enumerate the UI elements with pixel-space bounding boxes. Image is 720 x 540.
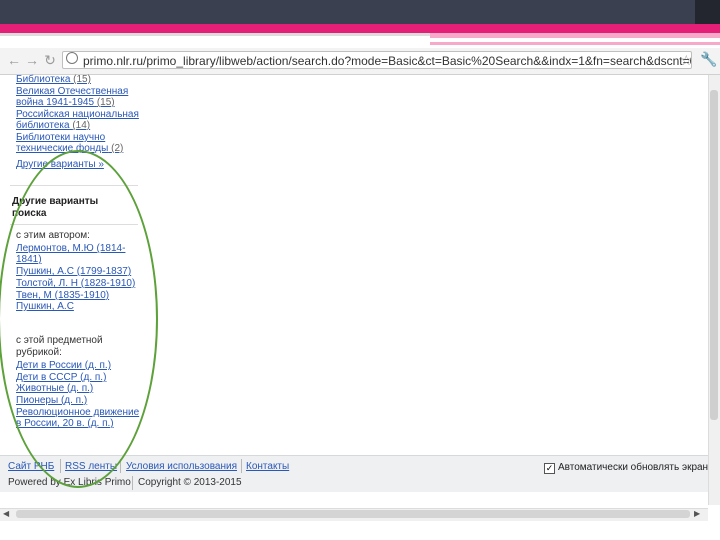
footer-link-contacts[interactable]: Контакты xyxy=(246,461,289,472)
powered-by-text: Powered by Ex Libris Primo xyxy=(8,477,131,488)
subject-link[interactable]: Животные (д. п.) xyxy=(16,383,93,394)
more-options-link[interactable]: Другие варианты » xyxy=(16,159,104,170)
facet-item[interactable]: Великая Отечественная xyxy=(16,86,128,97)
facet-item[interactable]: технические фонды (2) xyxy=(16,143,123,154)
subject-link[interactable]: Пионеры (д. п.) xyxy=(16,395,87,406)
slide-accent-light xyxy=(430,33,720,38)
address-bar[interactable]: primo.nlr.ru/primo_library/libweb/action… xyxy=(62,51,692,69)
slide-header-bar xyxy=(0,0,720,24)
subject-link[interactable]: Революционное движение xyxy=(16,407,139,418)
reload-icon[interactable]: ↻ xyxy=(42,52,58,68)
author-link[interactable]: Лермонтов, М.Ю (1814- xyxy=(16,243,125,254)
vertical-scroll-thumb[interactable] xyxy=(710,90,718,420)
author-link-cont[interactable]: 1841) xyxy=(16,254,42,265)
globe-icon xyxy=(66,52,78,64)
slide-bottom-strip xyxy=(0,522,720,540)
footer-link-rss[interactable]: RSS ленты xyxy=(65,461,117,472)
by-subject-label: с этой предметной рубрикой: xyxy=(16,335,103,358)
facet-item[interactable]: Библиотеки научно xyxy=(16,132,105,143)
forward-arrow-icon[interactable]: → xyxy=(24,52,40,68)
author-link[interactable]: Пушкин, А.С xyxy=(16,301,74,312)
divider xyxy=(10,185,138,186)
copyright-text: Copyright © 2013-2015 xyxy=(138,477,242,488)
horizontal-scroll-thumb[interactable] xyxy=(16,510,690,518)
footer-separator xyxy=(120,459,121,473)
facet-item[interactable]: Библиотека (15) xyxy=(16,74,91,85)
address-bar-text: primo.nlr.ru/primo_library/libweb/action… xyxy=(83,54,692,68)
footer-link-site[interactable]: Сайт РНБ xyxy=(8,461,54,472)
footer-separator xyxy=(60,459,61,473)
slide-accent-bar xyxy=(0,24,720,33)
scroll-right-arrow-icon[interactable]: ▶ xyxy=(694,509,700,518)
browser-toolbar: ← → ↻ primo.nlr.ru/primo_library/libweb/… xyxy=(0,48,720,75)
subject-link[interactable]: Дети в СССР (д. п.) xyxy=(16,372,106,383)
footer-separator xyxy=(241,459,242,473)
settings-wrench-icon[interactable]: 🔧 xyxy=(700,51,717,68)
back-arrow-icon[interactable]: ← xyxy=(6,52,22,68)
slide-accent-light-2 xyxy=(430,42,720,45)
facet-item[interactable]: библиотека (14) xyxy=(16,120,90,131)
slide-header-tab xyxy=(695,0,720,24)
footer-separator xyxy=(132,476,133,490)
slide-accent-gray xyxy=(0,33,430,36)
auto-refresh-label: Автоматически обновлять экран xyxy=(558,462,709,473)
facet-item[interactable]: война 1941-1945 (15) xyxy=(16,97,115,108)
bookmark-star-icon[interactable]: ☆ xyxy=(680,52,693,69)
author-link[interactable]: Толстой, Л. Н (1828-1910) xyxy=(16,278,135,289)
by-author-label: с этим автором: xyxy=(16,230,90,241)
subject-link[interactable]: Дети в России (д. п.) xyxy=(16,360,111,371)
author-link[interactable]: Твен, М (1835-1910) xyxy=(16,290,109,301)
subject-link-cont[interactable]: в России, 20 в. (д. п.) xyxy=(16,418,114,429)
scroll-left-arrow-icon[interactable]: ◀ xyxy=(3,509,9,518)
facet-item[interactable]: Российская национальная xyxy=(16,109,139,120)
auto-refresh-checkbox[interactable]: ✓ xyxy=(544,463,555,474)
section-heading: Другие варианты поиска xyxy=(12,196,99,219)
footer-link-terms[interactable]: Условия использования xyxy=(126,461,237,472)
divider xyxy=(10,224,138,225)
author-link[interactable]: Пушкин, А.С (1799-1837) xyxy=(16,266,131,277)
